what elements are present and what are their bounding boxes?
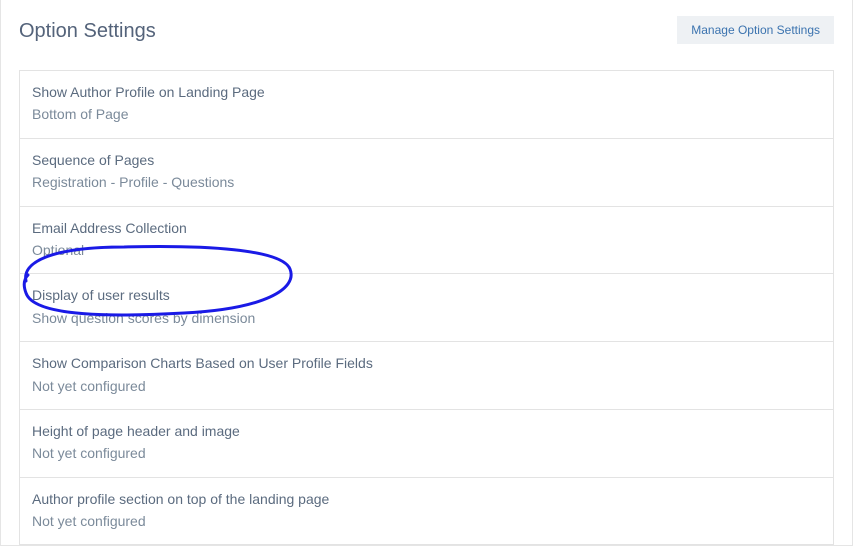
manage-option-settings-button[interactable]: Manage Option Settings (677, 16, 834, 44)
setting-value: Not yet configured (32, 510, 821, 532)
setting-row-author-profile-top[interactable]: Author profile section on top of the lan… (20, 478, 833, 546)
setting-value: Bottom of Page (32, 103, 821, 125)
setting-label: Author profile section on top of the lan… (32, 488, 821, 510)
setting-row-author-profile-landing[interactable]: Show Author Profile on Landing Page Bott… (20, 71, 833, 139)
setting-label: Show Comparison Charts Based on User Pro… (32, 352, 821, 374)
setting-value: Optional (32, 239, 821, 261)
setting-row-comparison-charts[interactable]: Show Comparison Charts Based on User Pro… (20, 342, 833, 410)
setting-label: Email Address Collection (32, 217, 821, 239)
panel-header: Option Settings Manage Option Settings (1, 0, 852, 70)
setting-value: Registration - Profile - Questions (32, 171, 821, 193)
setting-value: Not yet configured (32, 442, 821, 464)
setting-value: Show question scores by dimension (32, 307, 821, 329)
setting-label: Sequence of Pages (32, 149, 821, 171)
setting-label: Height of page header and image (32, 420, 821, 442)
setting-row-display-user-results[interactable]: Display of user results Show question sc… (20, 274, 833, 342)
setting-label: Show Author Profile on Landing Page (32, 81, 821, 103)
page-title: Option Settings (19, 12, 156, 43)
setting-row-email-collection[interactable]: Email Address Collection Optional (20, 207, 833, 275)
setting-value: Not yet configured (32, 375, 821, 397)
option-settings-panel: Option Settings Manage Option Settings S… (0, 0, 853, 546)
setting-row-sequence-pages[interactable]: Sequence of Pages Registration - Profile… (20, 139, 833, 207)
settings-list: Show Author Profile on Landing Page Bott… (19, 70, 834, 545)
setting-label: Display of user results (32, 284, 821, 306)
setting-row-header-height[interactable]: Height of page header and image Not yet … (20, 410, 833, 478)
